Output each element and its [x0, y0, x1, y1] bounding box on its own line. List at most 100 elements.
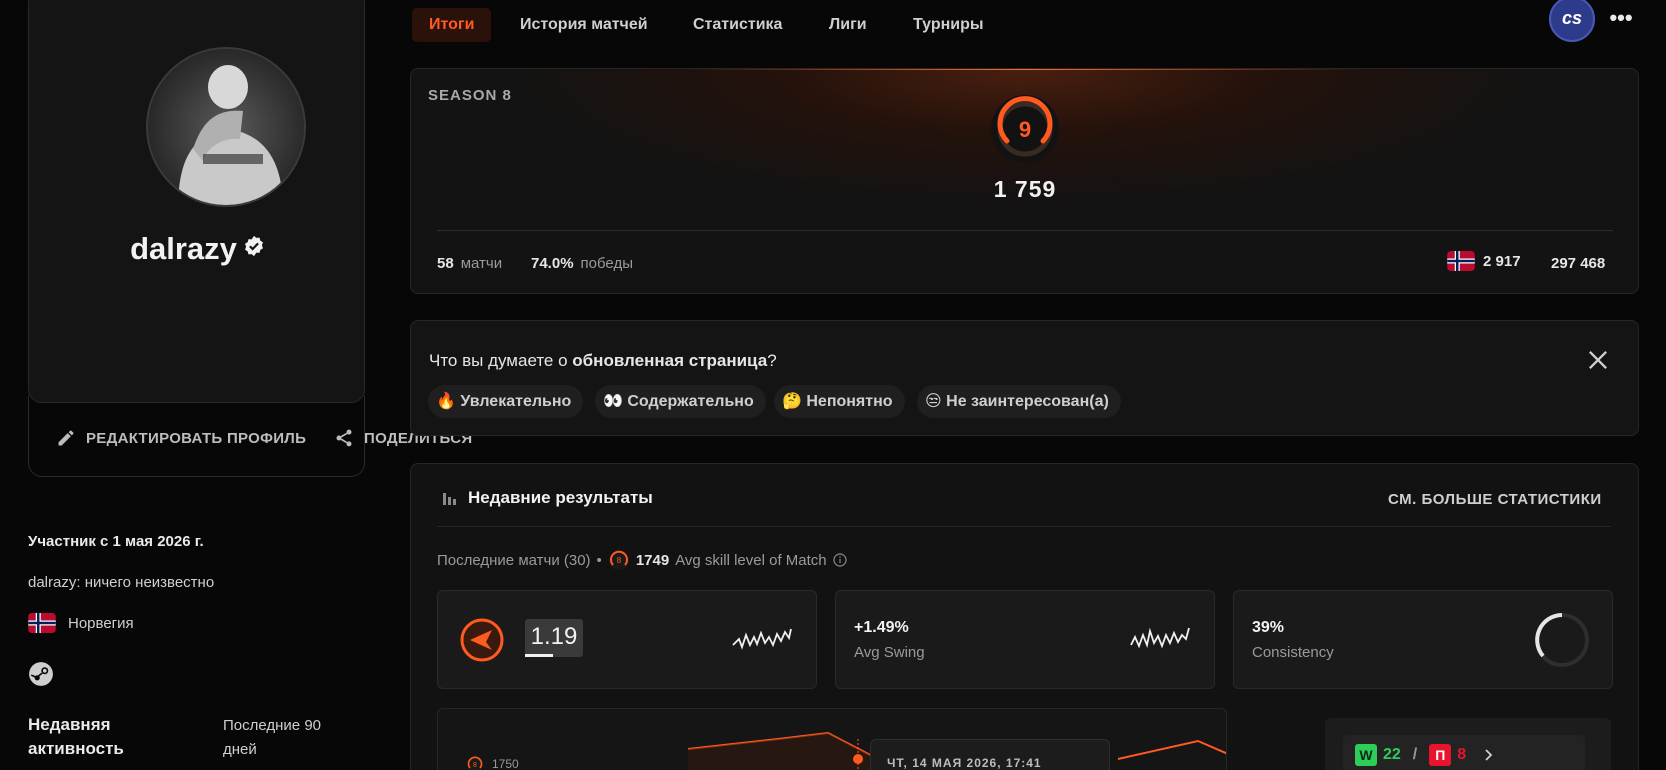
tab-leagues[interactable]: Лиги [812, 8, 884, 42]
avg-swing-value: +1.49% [854, 619, 909, 636]
username-text: dalrazy [130, 231, 237, 266]
country-rank-value: 2 917 [1483, 252, 1521, 270]
bio: dalrazy: ничего неизвестно [28, 574, 215, 591]
share-icon [336, 429, 352, 447]
tab-match-history[interactable]: История матчей [503, 8, 665, 42]
feedback-option-label: Увлекательно [460, 393, 572, 410]
skill-level-9-icon: 9 [991, 95, 1059, 163]
verified-icon [244, 235, 263, 257]
rating-value: 1.19 [525, 619, 583, 657]
rating-icon [460, 618, 504, 662]
losses-count: 8 [1457, 746, 1467, 763]
norway-flag-icon [1447, 251, 1475, 271]
country-rank[interactable]: 2 917 [1447, 251, 1521, 271]
feedback-option-exciting[interactable]: 🔥 Увлекательно [428, 385, 584, 418]
member-since: Участник с 1 мая 2026 г. [28, 533, 204, 550]
wins-count: 22 [1383, 746, 1401, 763]
close-icon[interactable] [1584, 346, 1612, 374]
matches-label: матчи [460, 255, 503, 272]
tooltip-date: ЧТ, 14 МАЯ 2026, 17:41 [887, 756, 1042, 770]
chart-tick-label: 1750 [492, 757, 519, 770]
feedback-question-suffix: ? [767, 351, 777, 370]
unamused-icon: 😒 [925, 393, 942, 410]
avg-skill-label: Avg skill level of Match [675, 551, 827, 569]
skill-level-8-icon: 8 [608, 550, 629, 570]
sparkline-icon [1130, 627, 1190, 649]
feedback-option-label: Непонятно [806, 393, 893, 410]
bar-chart-icon [441, 489, 457, 505]
win-badge: W [1355, 744, 1377, 766]
tab-statistics[interactable]: Статистика [676, 8, 799, 42]
winrate-value: 74.0% [531, 255, 574, 272]
loss-badge: П [1429, 744, 1452, 766]
activity-label: Недавняя активность [28, 715, 124, 758]
feedback-option-label: Содержательно [627, 393, 754, 410]
global-rank-value[interactable]: 297 468 [1551, 255, 1605, 272]
steam-icon[interactable] [28, 661, 54, 687]
winrate-label: победы [580, 255, 633, 272]
avg-swing-label: Avg Swing [854, 644, 925, 661]
skill-level-badge: 9 [990, 94, 1060, 164]
feedback-option-label: Не заинтересован(а) [946, 393, 1109, 410]
feedback-question-prefix: Что вы думаете о [429, 351, 573, 370]
divider [437, 526, 1611, 527]
chart-badge-number: 8 [473, 762, 477, 769]
norway-flag-icon [28, 613, 56, 633]
country-name: Норвегия [68, 614, 134, 632]
fire-icon: 🔥 [436, 393, 456, 410]
activity-value: Последние 90 дней [223, 717, 321, 758]
feedback-card: Что вы думаете о обновленная страница? [410, 320, 1639, 436]
win-loss-panel: W 22 / П 8 [1325, 718, 1611, 770]
feedback-question: Что вы думаете о обновленная страница? [429, 351, 777, 371]
wl-separator: / [1412, 746, 1418, 763]
season-label: SEASON 8 [428, 87, 512, 104]
last-matches-row: Последние матчи (30) • 8 1749 Avg skill … [437, 549, 847, 571]
consistency-ring-icon [1535, 613, 1589, 667]
feedback-option-informative[interactable]: 👀 Содержательно [595, 385, 766, 418]
avatar[interactable] [146, 47, 306, 207]
elo-chart: 8 1750 ЧТ, 14 МАЯ 2026, 17:41 [437, 708, 1227, 770]
last-matches-label: Последние матчи (30) [437, 551, 591, 569]
feedback-question-bold: обновленная страница [572, 351, 768, 370]
matches-stat: 58 матчи [437, 255, 502, 272]
game-selector-button[interactable]: cs [1549, 0, 1595, 42]
edit-profile-button[interactable]: РЕДАКТИРОВАТЬ ПРОФИЛЬ [56, 428, 306, 448]
feedback-option-not-interested[interactable]: 😒 Не заинтересован(а) [917, 385, 1121, 418]
pencil-icon [58, 430, 74, 446]
consistency-value: 39% [1252, 619, 1285, 636]
chart-tooltip: ЧТ, 14 МАЯ 2026, 17:41 [870, 739, 1110, 770]
avg-swing-card[interactable]: +1.49% Avg Swing [835, 590, 1215, 689]
divider [437, 230, 1613, 231]
skill-level-8-number: 8 [617, 556, 622, 565]
more-options-icon[interactable]: ••• [1606, 7, 1636, 29]
tab-overview[interactable]: Итоги [412, 8, 492, 42]
country-row: Норвегия [28, 613, 134, 633]
win-loss-summary[interactable]: W 22 / П 8 [1343, 735, 1585, 770]
dot-separator: • [596, 551, 602, 569]
recent-results-title: Недавние результаты [468, 488, 653, 507]
season-panel: SEASON 8 9 1 759 58 матчи 74.0% победы 2… [410, 68, 1639, 294]
thinking-icon: 🤔 [782, 393, 802, 410]
tab-tournaments[interactable]: Турниры [896, 8, 1001, 42]
chevron-right-icon [1485, 749, 1493, 761]
info-icon[interactable] [833, 553, 847, 567]
elo-value: 1 759 [993, 176, 1057, 202]
matches-value: 58 [437, 255, 454, 272]
profile-card: dalrazy [28, 0, 365, 403]
avg-elo: 1749 [635, 551, 670, 569]
sparkline-icon [732, 628, 792, 650]
edit-profile-label: РЕДАКТИРОВАТЬ ПРОФИЛЬ [86, 429, 307, 447]
skill-level-number: 9 [1019, 117, 1031, 142]
consistency-card[interactable]: 39% Consistency [1233, 590, 1613, 689]
see-more-stats-link[interactable]: СМ. БОЛЬШЕ СТАТИСТИКИ [1388, 491, 1602, 508]
rating-bar [525, 654, 553, 657]
feedback-option-unclear[interactable]: 🤔 Непонятно [774, 385, 905, 418]
skill-level-8-icon: 8 [467, 756, 483, 770]
eyes-icon: 👀 [603, 393, 623, 410]
consistency-label: Consistency [1252, 644, 1334, 661]
elo-line-right [1117, 739, 1226, 760]
username: dalrazy [29, 231, 366, 267]
rating-card[interactable]: 1.19 [437, 590, 817, 689]
winrate-stat: 74.0% победы [531, 255, 633, 272]
cs-logo-icon: cs [1561, 8, 1583, 28]
